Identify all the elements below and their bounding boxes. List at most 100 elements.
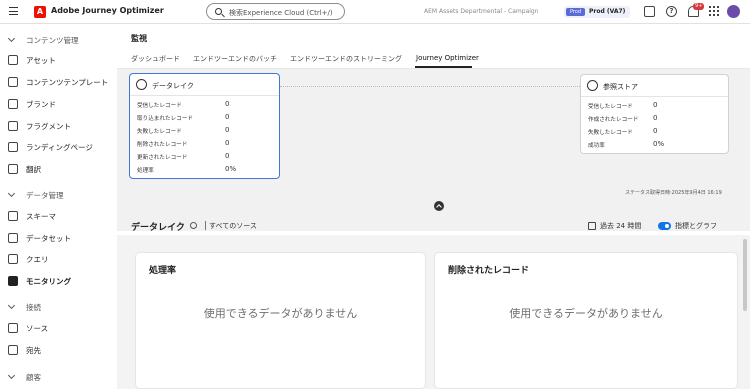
sidebar-item[interactable]: クエリ (0, 249, 117, 269)
adobe-logo-icon[interactable]: A (34, 6, 46, 18)
row-label: 受信したレコード (588, 104, 633, 110)
data-lake-node[interactable]: データレイク 受信したレコード 0 取り込まれたレコード 0 失敗したレコード … (129, 73, 280, 179)
destination-icon (8, 345, 18, 355)
sidebar-item-label: スキーマ (26, 212, 56, 221)
metrics-graph-toggle[interactable] (658, 222, 671, 230)
chevron-down-icon (7, 34, 16, 43)
sidebar-item-label: データ管理 (26, 191, 64, 200)
row-value: 0 (225, 100, 230, 108)
fragment-icon (8, 121, 18, 131)
row-label: 失敗したレコード (588, 130, 633, 136)
node-header: データレイク (130, 74, 279, 96)
help-icon[interactable]: ? (666, 6, 677, 17)
landing-page-icon (8, 142, 18, 152)
info-icon[interactable] (190, 222, 197, 229)
sandbox-switcher[interactable]: Prod Prod (VA7) (564, 6, 630, 18)
empty-state: 使用できるデータがありません (509, 307, 663, 320)
avatar[interactable] (727, 5, 740, 18)
sidebar-item[interactable]: ブランド (0, 94, 117, 114)
sidebar-section[interactable]: 顧客 (0, 367, 117, 387)
sidebar-item[interactable]: スキーマ (0, 206, 117, 226)
chevron-down-icon (7, 189, 16, 198)
row-label: 削除されたレコード (137, 142, 188, 148)
sidebar-item-label: クエリ (26, 255, 49, 264)
profile-store-node[interactable]: 参照ストア 受信したレコード 0 作成されたレコード 0 失敗したレコード 0 … (580, 74, 729, 154)
sidebar-item-label: ブランド (26, 100, 56, 109)
row-label: 処理率 (137, 168, 154, 174)
row-value: 0 (225, 113, 230, 121)
card-title: 削除されたレコード (448, 266, 530, 276)
search-placeholder: 検索Experience Cloud (Ctrl+/) (229, 9, 333, 17)
sidebar-item-label: 顧客 (26, 373, 41, 382)
menu-icon[interactable] (9, 7, 18, 15)
toggle-label: 指標とグラフ (675, 222, 717, 230)
divider (205, 221, 206, 230)
brand-icon (8, 99, 18, 109)
notification-badge: 9+ (693, 3, 705, 10)
page-title: 監視 (131, 34, 147, 43)
row-label: 取り込まれたレコード (137, 116, 193, 122)
sidebar-section[interactable]: 接続 (0, 297, 117, 317)
tab-journey-optimizer[interactable]: Journey Optimizer (416, 54, 479, 62)
empty-state: 使用できるデータがありません (203, 307, 358, 320)
globe-icon (8, 164, 18, 174)
sidebar-item-label: コンテンツテンプレート (26, 78, 109, 87)
sidebar-item[interactable]: モニタリング (0, 271, 117, 291)
search-input[interactable]: 検索Experience Cloud (Ctrl+/) (206, 3, 345, 20)
time-range-picker[interactable]: 過去 24 時間 (600, 221, 641, 231)
row-value: 0 (653, 114, 658, 122)
sidebar-item[interactable]: データセット (0, 228, 117, 248)
row-label: 受信したレコード (137, 103, 182, 109)
tab-end-to-end-batch[interactable]: エンドツーエンドのバッチ (193, 54, 277, 64)
row-value: 0 (653, 101, 658, 109)
row-value: 0% (653, 140, 665, 148)
tab-end-to-end-streaming[interactable]: エンドツーエンドのストリーミング (290, 54, 402, 64)
top-bar: A Adobe Journey Optimizer 検索Experience C… (0, 0, 750, 24)
node-title: 参照ストア (603, 83, 638, 91)
chevron-up-icon[interactable] (434, 201, 444, 211)
sidebar-item-label: アセット (26, 56, 56, 65)
template-icon (8, 77, 18, 87)
sidebar-item-label: データセット (26, 234, 71, 243)
sidebar-item[interactable]: ランディングページ (0, 137, 117, 157)
apps-grid-icon[interactable] (709, 6, 720, 17)
row-value: 0 (225, 139, 230, 147)
row-value: 0 (225, 126, 230, 134)
sidebar-item[interactable]: 宛先 (0, 340, 117, 360)
sidebar-item-label: ランディングページ (26, 143, 93, 152)
row-label: 成功率 (588, 143, 605, 149)
section-title: データレイク (131, 223, 185, 233)
org-name[interactable]: AEM Assets Departmental - Campaign (424, 8, 539, 15)
calendar-icon[interactable] (588, 222, 596, 230)
sidebar-item-label: 宛先 (26, 346, 41, 355)
row-value: 0 (653, 127, 658, 135)
flow-connector (280, 86, 580, 87)
sidebar-item[interactable]: コンテンツテンプレート (0, 72, 117, 92)
sidebar-item[interactable]: フラグメント (0, 116, 117, 136)
source-icon (8, 323, 18, 333)
main-content: 監視 ダッシュボード エンドツーエンドのバッチ エンドツーエンドのストリーミング… (117, 25, 750, 389)
sidebar: コンテンツ管理 アセットコンテンツテンプレート ブランドフラグメントランディングペー… (0, 25, 117, 389)
scrollbar[interactable] (743, 239, 747, 311)
source-filter[interactable]: すべてのソース (209, 221, 257, 231)
sidebar-section[interactable]: データ管理 (0, 185, 117, 205)
tab-dashboard[interactable]: ダッシュボード (131, 54, 180, 64)
monitoring-icon (8, 276, 18, 286)
feedback-icon[interactable] (644, 6, 655, 17)
sidebar-section[interactable]: コンテンツ管理 (0, 30, 117, 50)
dataset-icon (8, 233, 18, 243)
search-icon (215, 8, 222, 15)
database-icon (587, 80, 598, 91)
schema-icon (8, 211, 18, 221)
row-label: 更新されたレコード (137, 155, 188, 161)
chevron-down-icon (7, 301, 16, 310)
node-title: データレイク (152, 82, 194, 90)
sidebar-item[interactable]: アセット (0, 50, 117, 70)
sidebar-item-label: 翻訳 (26, 165, 41, 174)
sidebar-item-label: コンテンツ管理 (26, 36, 79, 45)
sidebar-item-label: ソース (26, 324, 49, 333)
app-title[interactable]: Adobe Journey Optimizer (51, 6, 164, 15)
chevron-down-icon (7, 371, 16, 380)
sidebar-item[interactable]: 翻訳 (0, 159, 117, 179)
sidebar-item[interactable]: ソース (0, 318, 117, 338)
